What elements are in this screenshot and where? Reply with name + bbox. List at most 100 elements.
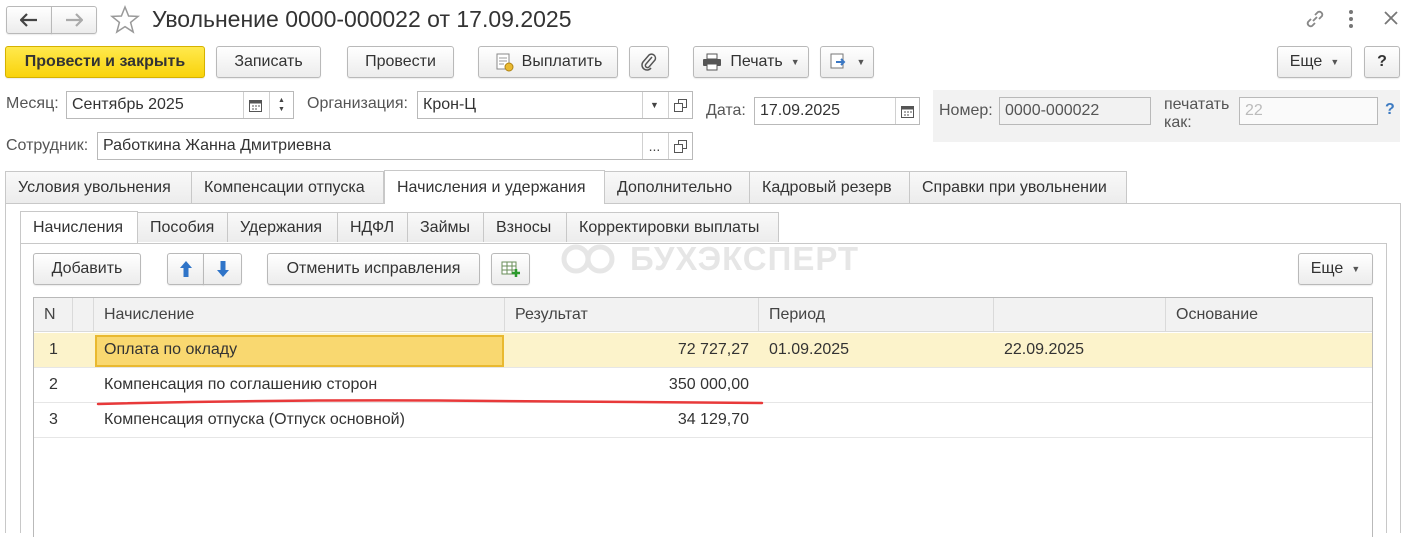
close-icon[interactable] (1383, 10, 1399, 30)
number-value: 0000-000022 (1005, 102, 1100, 119)
subtab-ndfl[interactable]: НДФЛ (337, 212, 408, 242)
open-icon (674, 139, 687, 153)
employee-value: Работкина Жанна Дмитриевна (103, 137, 332, 154)
tab-personnel-reserve[interactable]: Кадровый резерв (749, 171, 910, 203)
add-button[interactable]: Добавить (33, 253, 141, 285)
arrow-up-icon (179, 261, 192, 277)
employee-label: Сотрудник: (6, 137, 89, 154)
accrual-period-to: 22.09.2025 (1004, 341, 1085, 358)
column-header-result[interactable]: Результат (505, 298, 759, 332)
accrual-basis (1166, 368, 1372, 402)
more-actions-icon[interactable] (1347, 8, 1355, 34)
watermark: БУХЭКСПЕРТ (560, 240, 859, 278)
move-down-button[interactable] (203, 253, 242, 285)
employee-select-button[interactable]: ... (642, 133, 666, 159)
help-button[interactable]: ? (1364, 46, 1400, 78)
forward-button[interactable] (51, 6, 97, 34)
print-as-label-line2: как: (1164, 114, 1192, 131)
post-and-close-button[interactable]: Провести и закрыть (5, 46, 205, 78)
link-icon[interactable] (1304, 8, 1326, 34)
tab-additional[interactable]: Дополнительно (604, 171, 750, 203)
subtab-accruals[interactable]: Начисления (20, 211, 138, 243)
date-value: 17.09.2025 (760, 102, 841, 119)
watermark-text: БУХЭКСПЕРТ (630, 240, 860, 277)
print-button-label: Печать (730, 53, 783, 70)
subtab-contributions[interactable]: Взносы (483, 212, 567, 242)
employee-open-button[interactable] (668, 133, 692, 159)
subtab-loans[interactable]: Займы (407, 212, 484, 242)
organization-dropdown-button[interactable]: ▼ (642, 92, 666, 118)
post-button[interactable]: Провести (347, 46, 454, 78)
watermark-logo-icon (561, 244, 615, 274)
move-up-button[interactable] (167, 253, 204, 285)
row-number: 1 (49, 341, 58, 358)
attach-button[interactable] (629, 46, 669, 78)
accrual-basis (1166, 333, 1372, 367)
table-more-button[interactable]: Еще ▼ (1298, 253, 1373, 285)
column-header-period-to[interactable] (994, 298, 1166, 332)
spin-down-icon: ▼ (278, 106, 285, 113)
organization-open-button[interactable] (668, 92, 692, 118)
column-header-accrual[interactable]: Начисление (94, 298, 505, 332)
calendar-button[interactable] (243, 92, 267, 118)
more-button-label: Еще (1289, 53, 1323, 70)
arrow-down-icon (216, 261, 229, 277)
accrual-result: 72 727,27 (677, 341, 749, 358)
row-number: 2 (49, 376, 58, 393)
print-as-label: печатать как: (1164, 96, 1229, 132)
calendar-icon (249, 99, 262, 112)
column-header-period[interactable]: Период (759, 298, 994, 332)
print-as-field[interactable]: 22 (1239, 97, 1378, 125)
save-button[interactable]: Записать (216, 46, 321, 78)
date-label: Дата: (706, 102, 746, 119)
tab-accruals-deductions[interactable]: Начисления и удержания (384, 170, 605, 204)
window-title: Увольнение 0000-000022 от 17.09.2025 (152, 6, 572, 32)
tab-vacation-compensation[interactable]: Компенсации отпуска (191, 171, 384, 203)
accrual-period-to (994, 403, 1166, 437)
month-value: Сентябрь 2025 (72, 96, 184, 113)
cancel-corrections-button[interactable]: Отменить исправления (267, 253, 480, 285)
print-button[interactable]: Печать ▼ (693, 46, 809, 78)
open-icon (674, 98, 687, 112)
tab-dismissal-conditions[interactable]: Условия увольнения (5, 171, 192, 203)
column-header-n[interactable]: N (34, 298, 73, 332)
subtab-payment-corrections[interactable]: Корректировки выплаты (566, 212, 779, 242)
chevron-down-icon: ▼ (1351, 264, 1361, 274)
spin-up-icon: ▲ (278, 97, 285, 104)
date-field[interactable]: 17.09.2025 (754, 97, 920, 125)
table-settings-button[interactable] (491, 253, 530, 285)
add-table-icon (501, 261, 520, 277)
organization-field[interactable]: Крон-Ц ▼ (417, 91, 693, 119)
month-spin-button[interactable]: ▲ ▼ (269, 92, 293, 118)
chevron-down-icon: ▼ (1330, 57, 1340, 67)
pay-button[interactable]: Выплатить (478, 46, 618, 78)
payment-document-icon (496, 53, 514, 72)
accrual-period-to (994, 368, 1166, 402)
printer-icon (703, 53, 722, 71)
organization-label: Организация: (307, 95, 408, 112)
accrual-basis (1166, 403, 1372, 437)
more-button[interactable]: Еще ▼ (1277, 46, 1352, 78)
tab-dismissal-certificates[interactable]: Справки при увольнении (909, 171, 1127, 203)
favorite-star-icon[interactable] (109, 4, 141, 36)
number-field: 0000-000022 (999, 97, 1151, 125)
column-header-basis[interactable]: Основание (1166, 298, 1372, 332)
employee-field[interactable]: Работкина Жанна Дмитриевна ... (97, 132, 693, 160)
accrual-name: Оплата по окладу (104, 341, 238, 358)
date-calendar-button[interactable] (895, 98, 919, 124)
pay-button-label: Выплатить (521, 53, 603, 70)
create-based-on-button[interactable]: ▼ (820, 46, 874, 78)
arrow-right-icon (66, 13, 83, 27)
help-mark[interactable]: ? (1385, 101, 1395, 119)
column-header-flag[interactable] (73, 298, 94, 332)
accrual-period-from: 01.09.2025 (769, 341, 850, 358)
number-label: Номер: (939, 102, 993, 119)
print-as-value: 22 (1245, 102, 1263, 119)
create-based-on-icon (830, 53, 845, 69)
accrual-period-from (759, 368, 994, 402)
subtab-deductions[interactable]: Удержания (227, 212, 338, 242)
subtab-benefits[interactable]: Пособия (137, 212, 228, 242)
month-field[interactable]: Сентябрь 2025 ▲ ▼ (66, 91, 294, 119)
arrow-left-icon (20, 13, 37, 27)
back-button[interactable] (6, 6, 52, 34)
